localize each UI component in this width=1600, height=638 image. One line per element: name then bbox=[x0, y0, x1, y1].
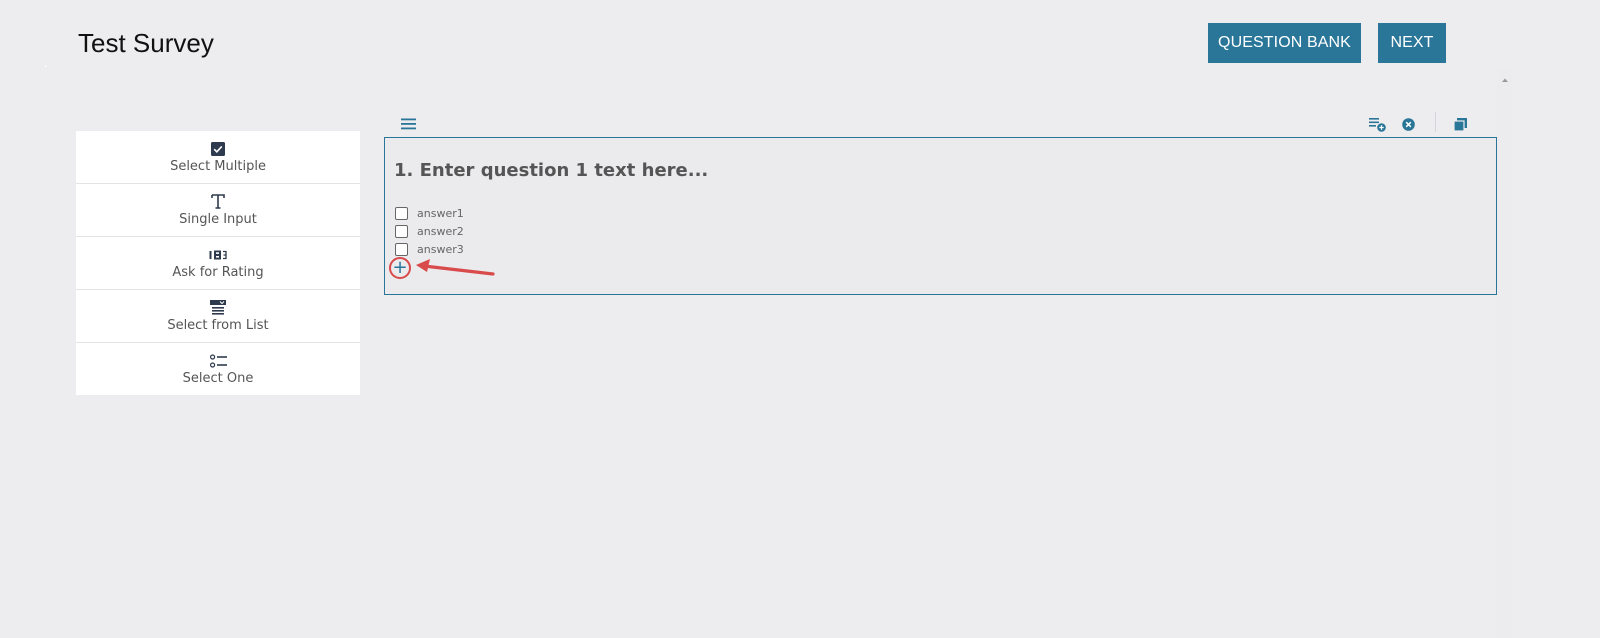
dropdown-list-icon bbox=[210, 300, 226, 316]
answer-option[interactable]: answer2 bbox=[395, 225, 464, 238]
next-button[interactable]: NEXT bbox=[1378, 23, 1446, 63]
scroll-up-icon[interactable] bbox=[1501, 70, 1509, 82]
answer-checkbox[interactable] bbox=[395, 207, 408, 220]
toolbar-divider bbox=[1435, 112, 1436, 132]
scrollbar[interactable] bbox=[1497, 68, 1513, 638]
question-bank-button[interactable]: QUESTION BANK bbox=[1208, 23, 1361, 63]
palette-item-single-input[interactable]: Single Input bbox=[76, 184, 360, 237]
question-type-palette: Select Multiple Single Input Ask for Rat… bbox=[76, 131, 360, 395]
radio-list-icon bbox=[209, 353, 227, 369]
palette-item-select-multiple[interactable]: Select Multiple bbox=[76, 131, 360, 184]
delete-icon[interactable] bbox=[1401, 117, 1415, 131]
palette-item-label: Single Input bbox=[179, 211, 257, 227]
text-t-icon bbox=[211, 194, 225, 210]
duplicate-icon[interactable] bbox=[1453, 117, 1467, 131]
add-question-icon[interactable] bbox=[1368, 116, 1386, 132]
palette-item-ask-for-rating[interactable]: Ask for Rating bbox=[76, 237, 360, 290]
answer-option[interactable]: answer1 bbox=[395, 207, 464, 220]
palette-item-label: Select One bbox=[182, 370, 254, 386]
palette-item-label: Select Multiple bbox=[170, 158, 266, 174]
drag-menu-icon[interactable] bbox=[400, 117, 416, 131]
answer-checkbox[interactable] bbox=[395, 243, 408, 256]
page-title: Test Survey bbox=[78, 28, 214, 58]
add-answer-button[interactable]: + bbox=[389, 257, 411, 279]
palette-item-label: Select from List bbox=[167, 317, 269, 333]
answer-checkbox[interactable] bbox=[395, 225, 408, 238]
palette-item-label: Ask for Rating bbox=[172, 264, 264, 280]
palette-item-select-one[interactable]: Select One bbox=[76, 343, 360, 395]
checkbox-icon bbox=[211, 141, 225, 157]
top-divider bbox=[45, 65, 46, 67]
palette-item-select-from-list[interactable]: Select from List bbox=[76, 290, 360, 343]
answer-label[interactable]: answer2 bbox=[417, 225, 464, 238]
question-title[interactable]: 1. Enter question 1 text here... bbox=[394, 160, 708, 181]
plus-icon: + bbox=[392, 257, 408, 278]
rating-123-icon bbox=[209, 247, 227, 263]
question-panel[interactable]: 1. Enter question 1 text here... answer1… bbox=[384, 137, 1497, 295]
annotation-arrow-icon bbox=[416, 259, 495, 276]
answer-label[interactable]: answer1 bbox=[417, 207, 464, 220]
